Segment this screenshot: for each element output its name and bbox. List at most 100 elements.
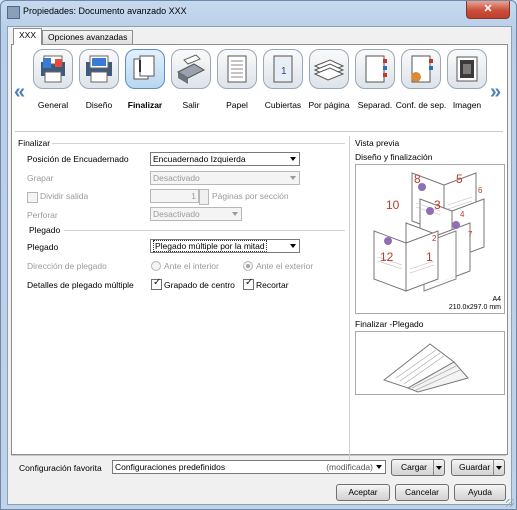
paper-size: A4 [492, 296, 501, 303]
tab-xxx[interactable]: XXX [13, 28, 43, 45]
preview-page-number: 5 [456, 172, 463, 186]
check-icon: ✓ [245, 277, 254, 288]
category-layout[interactable]: Diseño [77, 45, 121, 129]
chevron-down-icon[interactable] [433, 460, 444, 475]
preview-page-number: 4 [460, 210, 465, 219]
load-button[interactable]: Cargar [391, 459, 445, 476]
category-separator-settings[interactable]: Conf. de sep. [396, 45, 446, 129]
category-paper[interactable]: Papel [215, 45, 259, 129]
chevron-down-icon [290, 176, 296, 180]
favorites-modified: (modificada) [326, 462, 373, 472]
load-label: Cargar [401, 462, 427, 472]
chevron-down-icon [290, 244, 296, 248]
help-button[interactable]: Ayuda [454, 484, 506, 501]
output-tray-icon [171, 49, 211, 89]
printer-general-icon [33, 49, 73, 89]
per-page-icon [309, 49, 349, 89]
center-staple-label: Grapado de centro [164, 280, 235, 290]
svg-text:1: 1 [281, 66, 287, 77]
center-staple-checkbox[interactable]: ✓ [151, 277, 162, 290]
fold-inside-radio[interactable] [151, 261, 161, 271]
save-button[interactable]: Guardar [451, 459, 505, 476]
chevron-down-icon[interactable] [493, 460, 504, 475]
dialog-client: XXX Opciones avanzadas « » General Diseñ… [7, 26, 512, 505]
tab-advanced-options[interactable]: Opciones avanzadas [42, 30, 134, 44]
staple-label: Grapar [27, 173, 54, 183]
separator-icon [355, 49, 395, 89]
fold-preview [355, 331, 505, 395]
split-output-checkbox[interactable] [27, 192, 38, 203]
fold-direction-label: Dirección de plegado [27, 261, 107, 271]
preview-page-number: 10 [386, 198, 400, 212]
paper-icon [217, 49, 257, 89]
chevron-down-icon [232, 212, 238, 216]
layout-preview: 8 5 6 10 3 4 12 1 2 7 A4 210.0x297.0 mm [355, 164, 505, 314]
resize-grip-icon[interactable] [506, 499, 514, 507]
fold-outside-radio[interactable] [243, 261, 253, 271]
favorites-select[interactable]: Configuraciones predefinidos (modificada… [112, 460, 386, 474]
category-output[interactable]: Salir [169, 45, 213, 129]
close-button[interactable]: ✕ [466, 1, 510, 19]
category-per-page[interactable]: Por página [307, 45, 351, 129]
multi-fold-details-label: Detalles de plegado múltiple [27, 280, 134, 290]
fold-select[interactable]: Plegado múltiple por la mitad [150, 239, 300, 253]
preview-layout-label: Diseño y finalización [355, 152, 433, 162]
fold-value: Plegado múltiple por la mitad [153, 240, 267, 252]
divider [11, 455, 506, 456]
check-icon: ✓ [153, 277, 162, 288]
binding-position-label: Posición de Encuadernado [27, 154, 129, 164]
chevron-down-icon [376, 465, 382, 469]
binding-position-value: Encuadernado Izquierda [153, 154, 246, 164]
fold-label: Plegado [27, 242, 59, 252]
tab-pane: « » General Diseño Finalizar Salir Papel… [11, 44, 508, 467]
staple-select[interactable]: Desactivado [150, 171, 300, 185]
booklet-pages-illustration: 8 5 6 10 3 4 12 1 2 7 [373, 172, 485, 292]
preview-page-number: 7 [468, 230, 473, 239]
separator-settings-icon [401, 49, 441, 89]
category-covers[interactable]: 1 Cubiertas [261, 45, 305, 129]
category-general[interactable]: General [31, 45, 75, 129]
pages-per-section-value: 1 [191, 191, 196, 201]
folded-paper-icon [382, 343, 469, 393]
window-title: Propiedades: Documento avanzado XXX [23, 6, 187, 16]
category-label: Imagen [452, 100, 482, 110]
favorites-value: Configuraciones predefinidos [115, 462, 226, 472]
category-separator[interactable]: Separad. [353, 45, 397, 129]
ok-button[interactable]: Aceptar [336, 484, 390, 501]
preview-page-number: 6 [478, 186, 483, 195]
cancel-button[interactable]: Cancelar [395, 484, 449, 501]
layout-icon [79, 49, 119, 89]
pages-per-section-spinner[interactable]: 1 [150, 189, 199, 203]
preview-panel: Vista previa Diseño y finalización 8 5 6… [349, 136, 505, 467]
covers-icon: 1 [263, 49, 303, 89]
section-title-finishing: Finalizar [18, 138, 51, 148]
punch-value: Desactivado [153, 209, 200, 219]
finishing-icon [125, 49, 165, 89]
pages-per-section-label: Páginas por sección [212, 191, 289, 201]
bottom-area: Configuración favorita Configuraciones p… [11, 455, 506, 501]
save-label: Guardar [459, 462, 491, 472]
divider [52, 143, 345, 144]
preview-page-number: 12 [380, 250, 394, 264]
divider [15, 131, 503, 132]
dialog-window: Propiedades: Documento avanzado XXX ✕ XX… [0, 0, 517, 510]
radio-dot [246, 264, 250, 268]
split-output-label: Dividir salida [40, 191, 89, 201]
binding-position-select[interactable]: Encuadernado Izquierda [150, 152, 300, 166]
title-bar: Propiedades: Documento avanzado XXX ✕ [1, 1, 516, 23]
preview-page-number: 2 [432, 234, 437, 243]
punch-select[interactable]: Desactivado [150, 207, 242, 221]
fold-inside-label: Ante el interior [164, 261, 219, 271]
trim-checkbox[interactable]: ✓ [243, 277, 254, 290]
image-icon [447, 49, 487, 89]
preview-page-number: 8 [414, 172, 421, 186]
spinner-arrows-icon[interactable] [199, 189, 209, 205]
printer-app-icon [7, 6, 20, 19]
section-title-folding: Plegado [29, 225, 61, 235]
punch-label: Perforar [27, 210, 58, 220]
fold-outside-label: Ante el exterior [256, 261, 314, 271]
preview-page-number: 3 [434, 198, 441, 212]
category-image[interactable]: Imagen [445, 45, 489, 129]
category-finishing[interactable]: Finalizar [123, 45, 167, 129]
trim-label: Recortar [256, 280, 289, 290]
